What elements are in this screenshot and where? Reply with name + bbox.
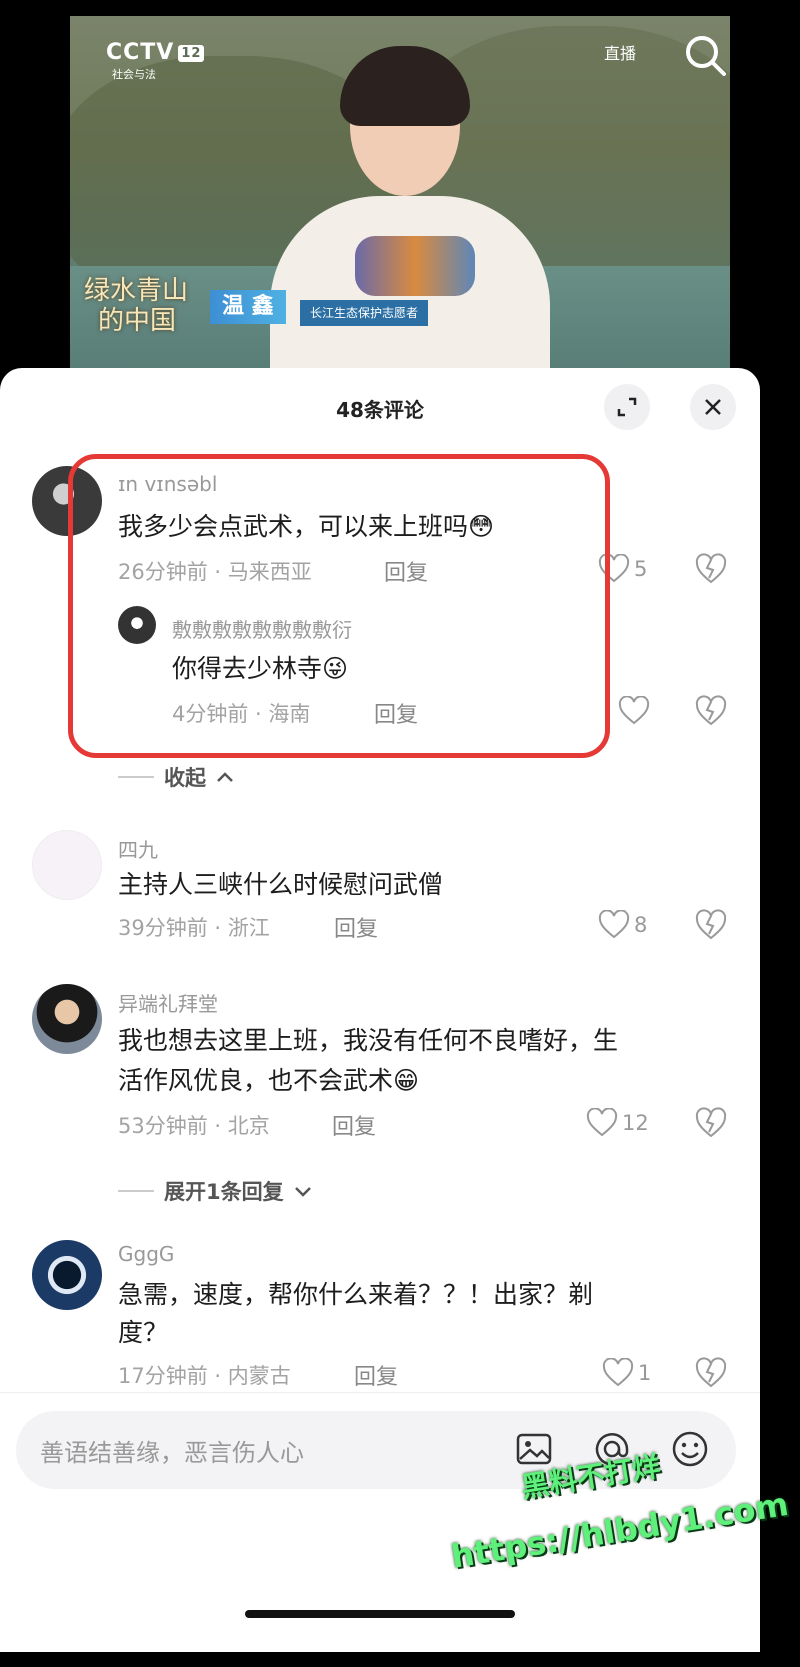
- chevron-down-icon: [294, 1187, 311, 1197]
- comment-username[interactable]: 异端礼拜堂: [118, 988, 218, 1017]
- comment-username[interactable]: GggG: [118, 1242, 174, 1266]
- chevron-up-icon: [217, 772, 233, 782]
- broken-heart-icon[interactable]: [694, 694, 728, 728]
- heart-icon: [586, 1108, 618, 1137]
- like-button[interactable]: 12: [586, 1108, 649, 1138]
- like-count: 8: [634, 913, 648, 937]
- like-button[interactable]: [618, 696, 650, 726]
- comment-text[interactable]: 活作风优良，也不会武术😁: [118, 1062, 419, 1100]
- comment-meta: 39分钟前 · 浙江: [118, 916, 270, 940]
- comment-meta: 53分钟前 · 北京: [118, 1114, 270, 1138]
- like-count: 5: [634, 557, 648, 581]
- expand-replies[interactable]: 展开1条回复: [118, 1176, 312, 1206]
- role-tag: 长江生态保护志愿者: [300, 300, 429, 326]
- reply-button[interactable]: 回复: [334, 911, 378, 943]
- avatar[interactable]: [32, 830, 102, 900]
- close-button[interactable]: [690, 384, 736, 430]
- like-count: 12: [622, 1111, 649, 1135]
- name-tag: 温 鑫: [210, 290, 286, 324]
- expand-button[interactable]: [604, 384, 650, 430]
- close-icon: [705, 399, 721, 415]
- show-logo: 绿水青山 的中国: [84, 276, 189, 336]
- comment-text[interactable]: 度？: [118, 1314, 168, 1352]
- broken-heart-icon[interactable]: [694, 552, 728, 586]
- channel-subtitle: 社会与法: [112, 68, 156, 81]
- avatar[interactable]: [32, 984, 102, 1054]
- video-player[interactable]: [70, 16, 730, 410]
- comment-text[interactable]: 我也想去这里上班，我没有任何不良嗜好，生: [118, 1022, 618, 1060]
- channel-logo: CCTV 12: [106, 40, 205, 65]
- broken-heart-icon[interactable]: [694, 1106, 728, 1140]
- comment-text[interactable]: 急需，速度，帮你什么来着？？！出家？剃: [118, 1276, 593, 1314]
- like-count: 1: [638, 1361, 652, 1385]
- comment-username[interactable]: 四九: [118, 834, 158, 863]
- search-icon: [686, 36, 726, 76]
- reply-button[interactable]: 回复: [354, 1359, 398, 1391]
- presenter-figure: [260, 46, 560, 410]
- live-label: 直播: [604, 44, 637, 63]
- channel-number: 12: [178, 44, 205, 62]
- heart-icon: [602, 1358, 634, 1387]
- search-button[interactable]: [680, 30, 732, 82]
- broken-heart-icon[interactable]: [694, 1356, 728, 1390]
- heart-icon: [598, 910, 630, 939]
- reply-button[interactable]: 回复: [332, 1109, 376, 1141]
- avatar[interactable]: [32, 1240, 102, 1310]
- comment-meta: 17分钟前 · 内蒙古: [118, 1364, 291, 1388]
- collapse-replies[interactable]: 收起: [118, 762, 234, 792]
- broken-heart-icon[interactable]: [694, 908, 728, 942]
- like-button[interactable]: 8: [598, 910, 647, 940]
- like-button[interactable]: 1: [602, 1358, 651, 1388]
- expand-icon: [617, 397, 637, 417]
- comment-input-placeholder: 善语结善缘，恶言伤人心: [40, 1439, 304, 1467]
- red-highlight-box: [68, 454, 610, 758]
- comment-text[interactable]: 主持人三峡什么时候慰问武僧: [118, 866, 443, 904]
- heart-icon: [618, 696, 650, 725]
